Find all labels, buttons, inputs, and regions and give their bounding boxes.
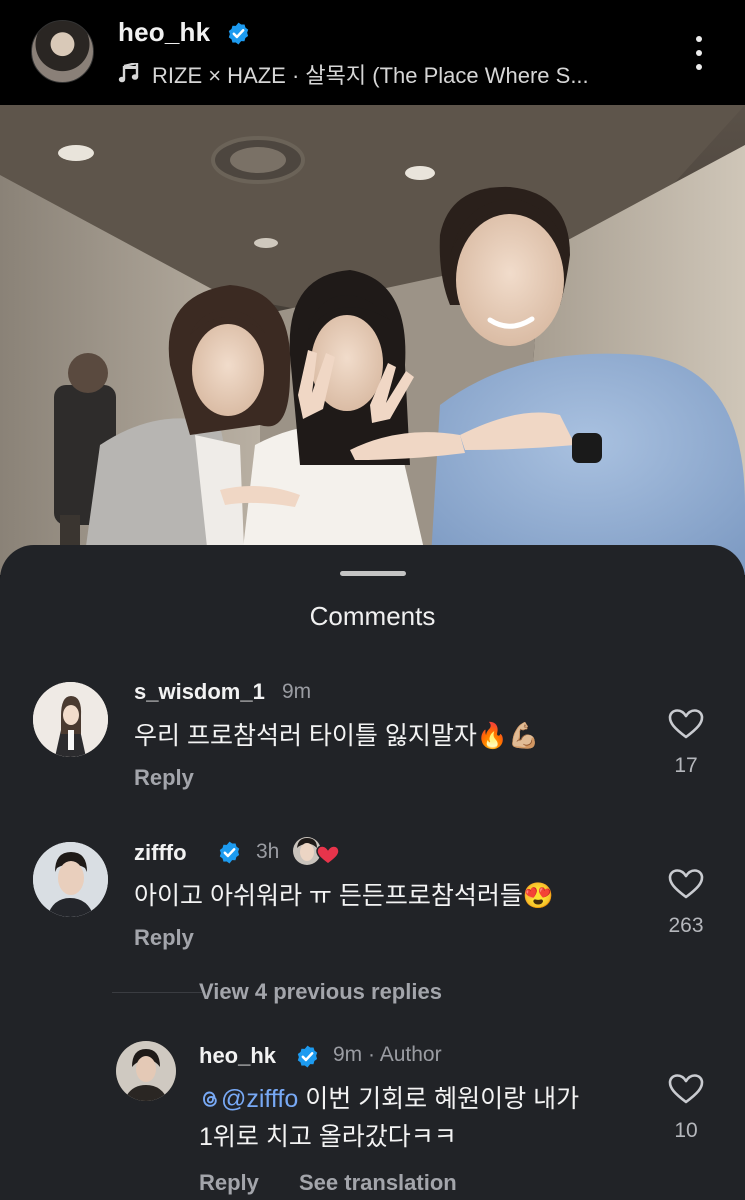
comment-time: 3h — [256, 840, 280, 863]
author-label: Author — [379, 1043, 442, 1066]
reply-text-line1: 이번 기회로 혜원이랑 내가 — [298, 1085, 580, 1113]
author-avatar[interactable] — [31, 20, 94, 83]
view-previous-replies-button[interactable]: View 4 previous replies — [199, 979, 442, 1005]
photo-image — [0, 105, 745, 575]
mention-link[interactable]: @zifffo — [221, 1085, 298, 1113]
comment-avatar[interactable] — [33, 842, 108, 917]
reply-text: @zifffo 이번 기회로 혜원이랑 내가 1위로 치고 올라갔다ㅋㅋ — [199, 1080, 649, 1156]
avatar-image — [33, 682, 108, 757]
reply-text-line2: 1위로 치고 올라갔다ㅋㅋ — [199, 1123, 457, 1151]
comments-sheet: Comments s_wisdom_1 9m 우리 프로참석러 타이틀 잃지말자… — [0, 545, 745, 1200]
post-photo[interactable] — [0, 105, 745, 575]
reply-username[interactable]: heo_hk — [199, 1043, 276, 1069]
avatar-image — [116, 1041, 176, 1101]
heart-outline-icon[interactable] — [668, 1073, 704, 1105]
post-header: heo_hk RIZE × HAZE · 살목지 (The Place Wher… — [0, 0, 745, 105]
heart-outline-icon[interactable] — [668, 708, 704, 740]
replies-divider — [112, 992, 202, 993]
see-translation-button[interactable]: See translation — [299, 1170, 457, 1196]
sheet-title: Comments — [309, 601, 436, 631]
music-note-icon — [118, 63, 139, 83]
like-count: 17 — [674, 754, 698, 777]
reply-time: 9m · Author — [333, 1043, 442, 1067]
liked-by-author-indicator — [292, 834, 340, 868]
verified-badge-icon — [228, 22, 249, 45]
author-username[interactable]: heo_hk — [118, 17, 210, 48]
like-count: 263 — [668, 914, 704, 937]
threads-logo-icon — [203, 1091, 217, 1107]
avatar-image — [33, 842, 108, 917]
author-like-icon — [293, 837, 340, 865]
comment-username[interactable]: zifffo — [134, 840, 187, 866]
more-vertical-icon[interactable] — [686, 33, 712, 73]
music-text: RIZE × HAZE · 살목지 (The Place Where S... — [152, 63, 589, 88]
reply-button[interactable]: Reply — [199, 1170, 259, 1196]
music-label[interactable]: RIZE × HAZE · 살목지 (The Place Where S... — [118, 58, 648, 90]
heart-outline-icon[interactable] — [668, 868, 704, 900]
like-count: 10 — [674, 1119, 698, 1142]
reply-button[interactable]: Reply — [134, 765, 194, 791]
verified-badge-icon — [297, 1045, 318, 1068]
comment-text: 우리 프로참석러 타이틀 잃지말자🔥💪🏼 — [134, 722, 540, 750]
comment-time: 9m — [282, 680, 312, 703]
verified-badge-icon — [219, 841, 240, 864]
comment-text: 아이고 아쉬워라 ㅠ 든든프로참석러들😍 — [134, 882, 554, 910]
reply-button[interactable]: Reply — [134, 925, 194, 951]
sheet-drag-handle[interactable] — [340, 571, 406, 576]
reply-avatar[interactable] — [116, 1041, 176, 1101]
separator-dot: · — [362, 1043, 380, 1066]
reply-time-value: 9m — [333, 1043, 363, 1066]
comment-username[interactable]: s_wisdom_1 — [134, 679, 265, 705]
comment-avatar[interactable] — [33, 682, 108, 757]
